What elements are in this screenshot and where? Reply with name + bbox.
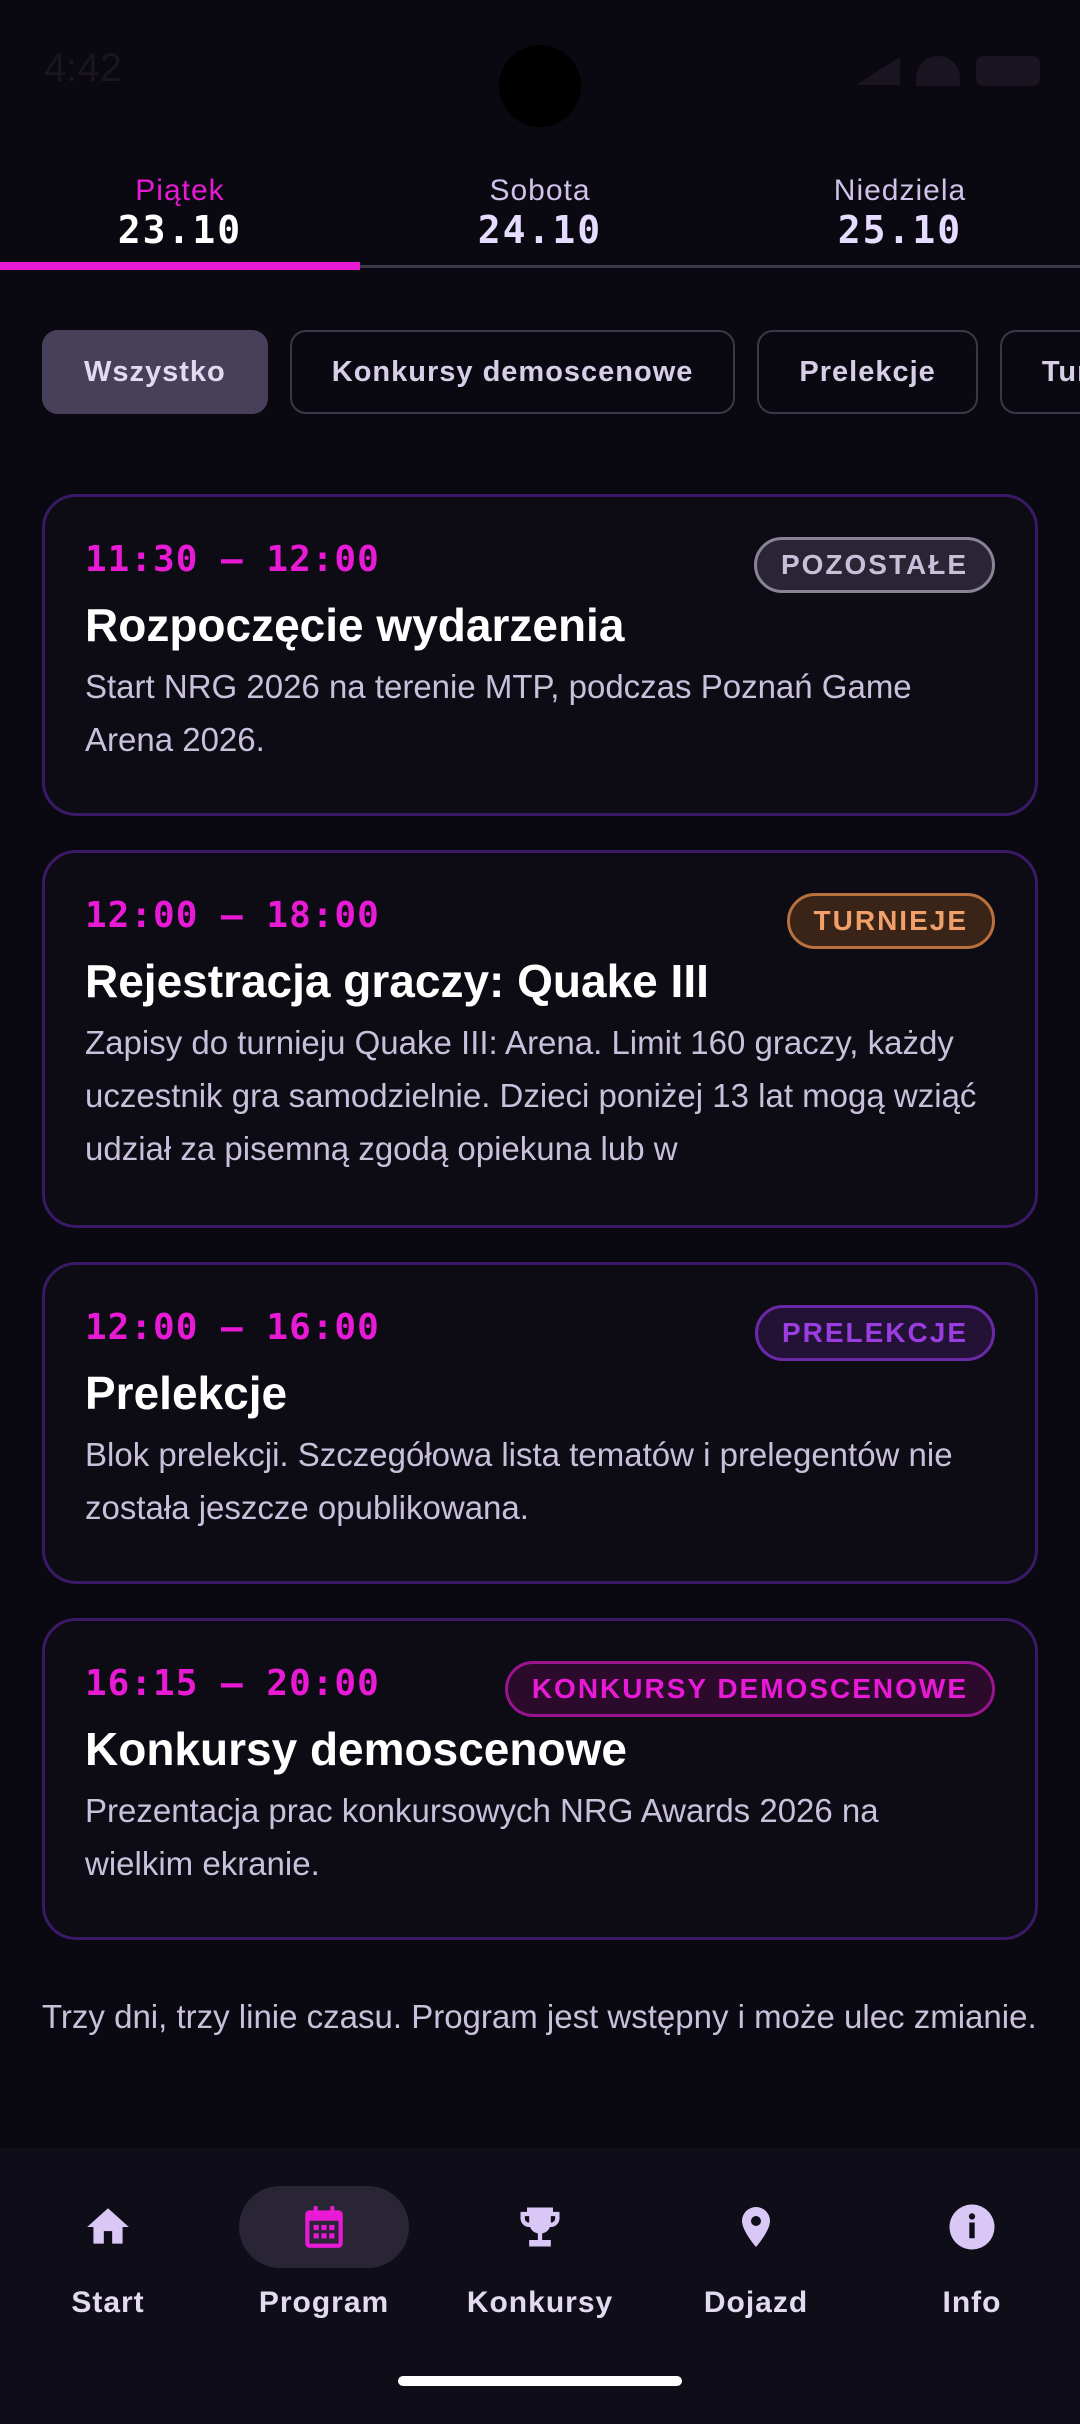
event-card[interactable]: 11:30 – 12:00 POZOSTAŁE Rozpoczęcie wyda… xyxy=(42,494,1038,816)
status-bar: 4:42 xyxy=(0,0,1080,140)
tab-day-saturday[interactable]: Sobota 24.10 xyxy=(360,160,720,265)
event-card[interactable]: 16:15 – 20:00 KONKURSY DEMOSCENOWE Konku… xyxy=(42,1618,1038,1940)
category-filters: Wszystko Konkursy demoscenowe Prelekcje … xyxy=(42,330,1080,416)
nav-item-start[interactable]: Start xyxy=(0,2186,216,2348)
tab-day-friday[interactable]: Piątek 23.10 xyxy=(0,160,360,270)
day-date: 25.10 xyxy=(837,208,963,252)
event-card[interactable]: 12:00 – 18:00 TURNIEJE Rejestracja gracz… xyxy=(42,850,1038,1228)
map-pin-icon xyxy=(742,2207,770,2247)
info-icon xyxy=(949,2204,995,2250)
filter-chip-tournaments[interactable]: Turnieje xyxy=(999,330,1080,414)
event-card[interactable]: 12:00 – 16:00 PRELEKCJE Prelekcje Blok p… xyxy=(42,1262,1038,1584)
event-title: Rejestracja graczy: Quake III xyxy=(85,955,709,1007)
day-date: 23.10 xyxy=(117,208,243,252)
nav-label: Dojazd xyxy=(703,2286,809,2319)
home-icon xyxy=(87,2208,129,2244)
camera-cutout xyxy=(499,45,581,127)
nav-item-program[interactable]: Program xyxy=(216,2186,432,2348)
schedule-footnote: Trzy dni, trzy linie czasu. Program jest… xyxy=(42,1998,1037,2035)
nav-item-info[interactable]: Info xyxy=(864,2186,1080,2348)
nav-item-dojazd[interactable]: Dojazd xyxy=(648,2186,864,2348)
nav-label: Program xyxy=(258,2286,390,2319)
nav-label: Konkursy xyxy=(466,2286,614,2319)
bottom-navigation: Start Program Konkursy Dojazd Info xyxy=(0,2148,1080,2424)
day-date: 24.10 xyxy=(477,208,603,252)
nav-item-konkursy[interactable]: Konkursy xyxy=(432,2186,648,2348)
nav-label: Info xyxy=(942,2286,1002,2319)
calendar-icon xyxy=(305,2206,343,2248)
status-time: 4:42 xyxy=(44,46,122,90)
filter-chip-lectures[interactable]: Prelekcje xyxy=(757,330,978,414)
event-description: Start NRG 2026 na terenie MTP, podczas P… xyxy=(85,668,912,758)
category-badge: POZOSTAŁE xyxy=(753,537,995,593)
event-description: Blok prelekcji. Szczegółowa lista temató… xyxy=(85,1436,953,1526)
status-icons xyxy=(856,56,1040,86)
battery-icon xyxy=(976,56,1040,86)
day-name: Niedziela xyxy=(833,174,967,207)
filter-chip-demoscene[interactable]: Konkursy demoscenowe xyxy=(289,330,736,414)
day-name: Sobota xyxy=(489,174,591,207)
home-indicator xyxy=(398,2376,682,2386)
trophy-icon xyxy=(520,2207,560,2247)
nav-label: Start xyxy=(71,2286,145,2319)
event-description: Prezentacja prac konkursowych NRG Awards… xyxy=(85,1792,879,1882)
day-name: Piątek xyxy=(135,174,225,207)
filter-chip-all[interactable]: Wszystko xyxy=(42,330,268,414)
category-badge: TURNIEJE xyxy=(786,893,995,949)
category-badge: KONKURSY DEMOSCENOWE xyxy=(504,1661,995,1717)
event-title: Rozpoczęcie wydarzenia xyxy=(85,599,625,651)
wifi-icon xyxy=(916,56,960,86)
day-tabs: Piątek 23.10 Sobota 24.10 Niedziela 25.1… xyxy=(0,160,1080,270)
tab-day-sunday[interactable]: Niedziela 25.10 xyxy=(720,160,1080,265)
event-description: Zapisy do turnieju Quake III: Arena. Lim… xyxy=(85,1024,977,1167)
signal-icon xyxy=(856,57,900,85)
category-badge: PRELEKCJE xyxy=(754,1305,995,1361)
event-title: Prelekcje xyxy=(85,1367,288,1419)
event-title: Konkursy demoscenowe xyxy=(85,1723,627,1775)
